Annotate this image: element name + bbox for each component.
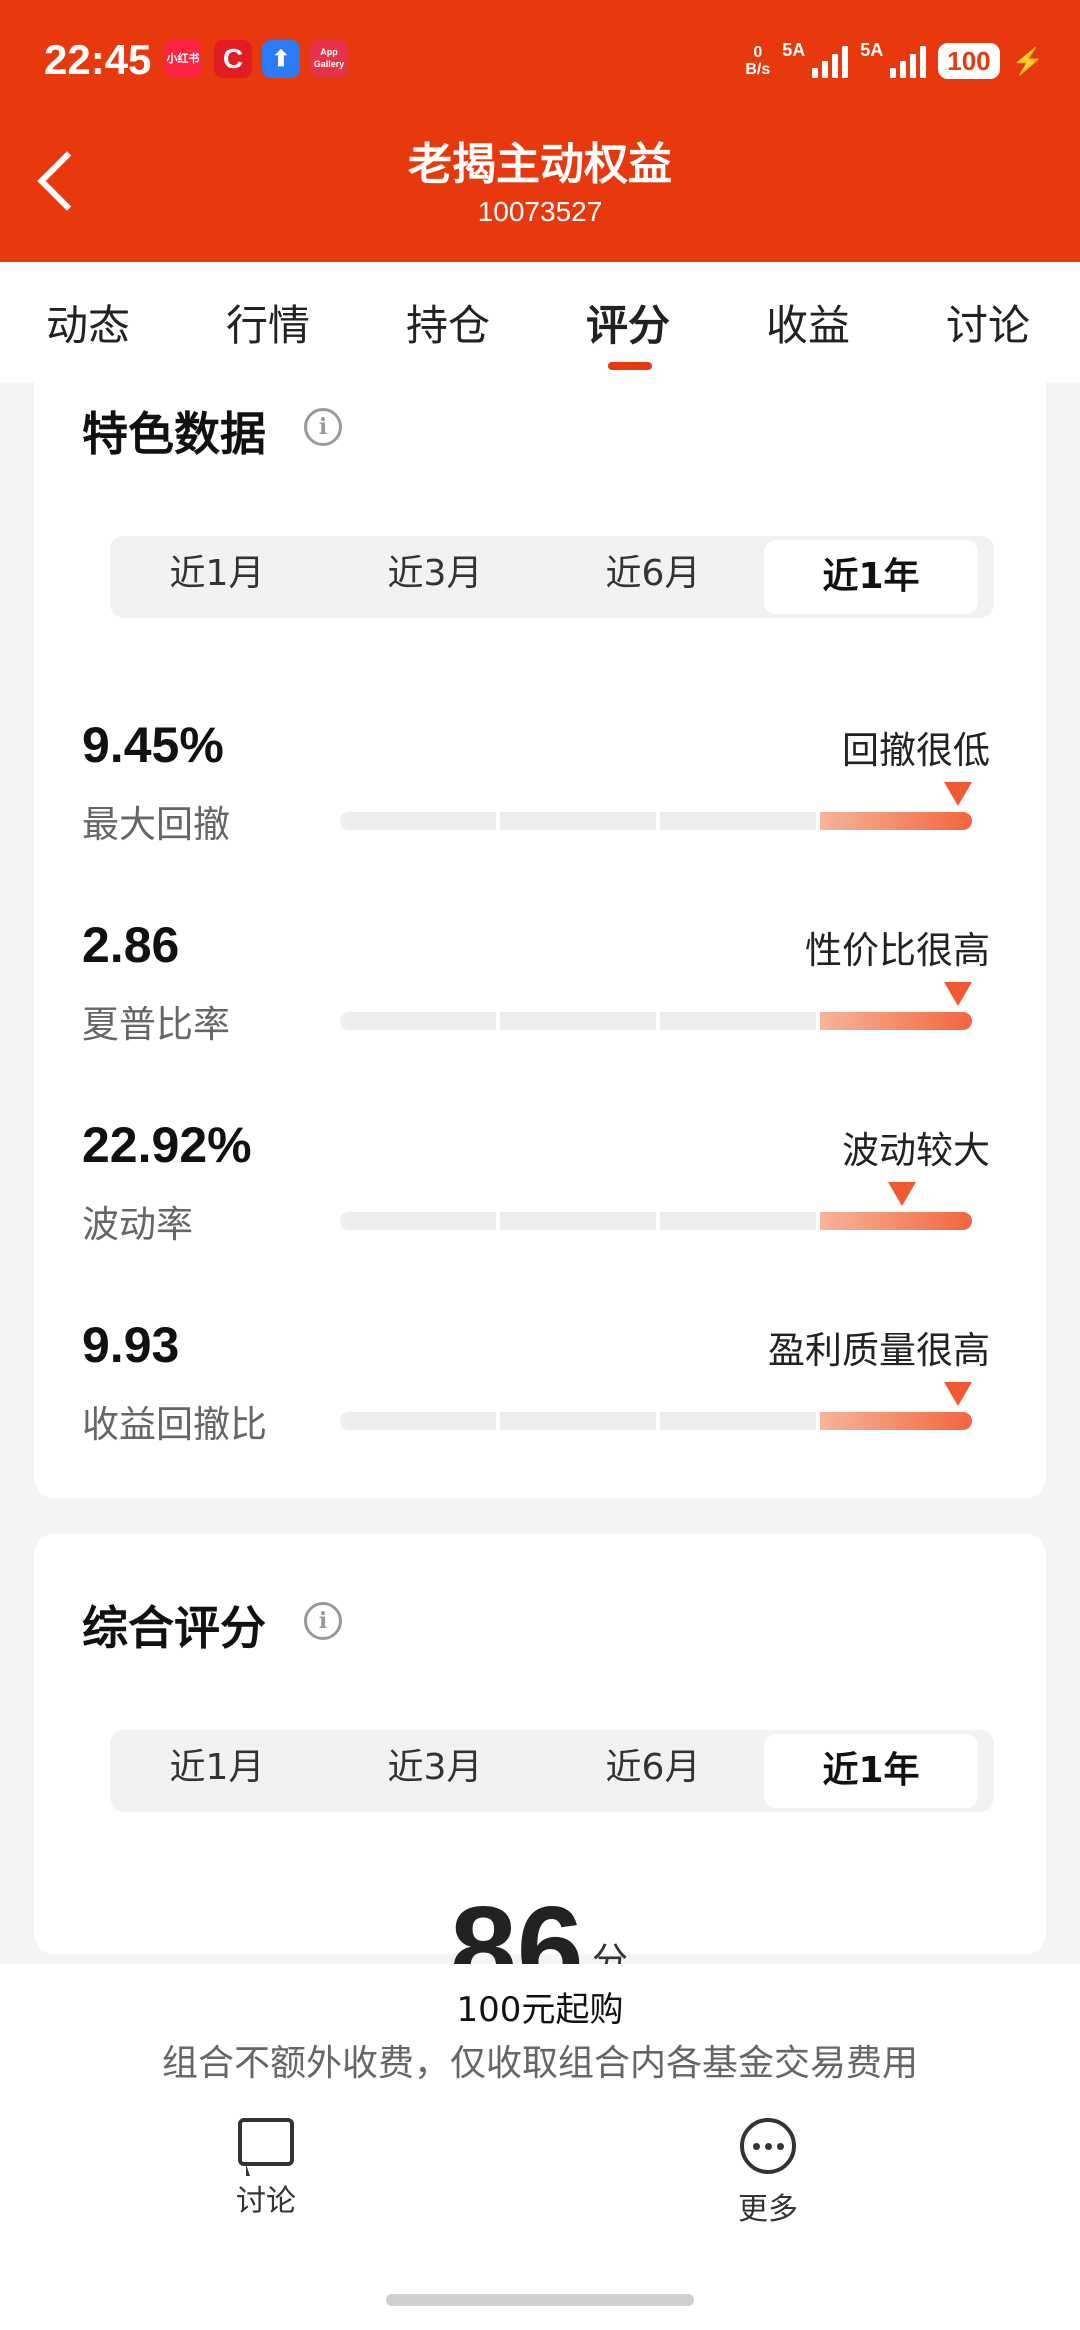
discussion-button[interactable]: 讨论 (196, 2118, 336, 2220)
return-drawdown-ratio-value: 9.93 (82, 1317, 180, 1373)
more-button[interactable]: 更多 (698, 2118, 838, 2228)
score-period-1m[interactable]: 近1月 (110, 1730, 324, 1806)
max-drawdown-marker (944, 782, 972, 806)
app-gallery-icon: App Gallery (310, 40, 348, 78)
return-drawdown-ratio-status: 盈利质量很高 (768, 1329, 990, 1372)
tab-discussion[interactable]: 讨论 (946, 292, 1030, 353)
max-drawdown-label: 最大回撤 (82, 803, 230, 846)
sharpe-ratio-status: 性价比很高 (805, 929, 990, 972)
sharpe-ratio-marker (944, 982, 972, 1006)
min-purchase-text: 100元起购 (456, 1990, 624, 2030)
period-1m[interactable]: 近1月 (110, 536, 324, 612)
period-1y[interactable]: 近1年 (764, 540, 978, 614)
tab-bar: 动态 行情 持仓 评分 收益 讨论 (0, 262, 1080, 382)
status-indicators: 0 B/s 5A 5A 100 ⚡ (745, 38, 1044, 84)
max-drawdown-value: 9.45% (82, 717, 224, 773)
score-period-selector: 近1月 近3月 近6月 近1年 (110, 1730, 994, 1812)
score-period-3m[interactable]: 近3月 (328, 1730, 542, 1806)
bottom-panel: 100元起购 组合不额外收费，仅收取组合内各基金交易费用 讨论 更多 (0, 1964, 1080, 2330)
tab-returns[interactable]: 收益 (766, 292, 850, 353)
battery-icon: 100 (938, 43, 1000, 79)
return-drawdown-ratio-label: 收益回撤比 (82, 1403, 267, 1446)
xiaohongshu-icon: 小红书 (164, 40, 202, 78)
status-time: 22:45 (44, 36, 152, 83)
tab-dynamics[interactable]: 动态 (46, 292, 130, 353)
header-bar: 22:45 小红书 C ⬆ App Gallery 0 B/s 5A 5A 10… (0, 0, 1080, 262)
discussion-label: 讨论 (236, 2184, 296, 2219)
period-6m[interactable]: 近6月 (546, 536, 760, 612)
home-indicator[interactable] (386, 2294, 694, 2306)
tab-rating[interactable]: 评分 (586, 292, 670, 353)
info-icon[interactable]: i (304, 408, 342, 446)
volatility-marker (888, 1182, 917, 1206)
feature-period-selector: 近1月 近3月 近6月 近1年 (110, 536, 994, 618)
sharpe-ratio-label: 夏普比率 (82, 1003, 230, 1046)
active-tab-indicator (608, 362, 652, 370)
fee-note: 组合不额外收费，仅收取组合内各基金交易费用 (161, 2043, 918, 2084)
net-speed-value: 0 (753, 44, 763, 61)
volatility-label: 波动率 (82, 1203, 193, 1246)
feature-data-card: 特色数据 i 近1月 近3月 近6月 近1年 9.45% 最大回撤 回撤很低 2… (34, 382, 1046, 1498)
return-drawdown-ratio-marker (944, 1382, 972, 1406)
sim1-label: 5A (782, 40, 806, 60)
return-drawdown-ratio-bar (340, 1382, 972, 1430)
signal-2-icon: 5A (860, 40, 927, 78)
score-period-1y[interactable]: 近1年 (764, 1734, 978, 1808)
more-dots-icon (740, 2118, 796, 2174)
signal-1-icon: 5A (782, 40, 849, 78)
sim2-label: 5A (860, 40, 884, 60)
overall-score-title: 综合评分 (82, 1601, 266, 1655)
score-period-6m[interactable]: 近6月 (546, 1730, 760, 1806)
charging-icon: ⚡ (1011, 45, 1044, 76)
volatility-value: 22.92% (82, 1117, 252, 1173)
volatility-status: 波动较大 (842, 1129, 990, 1172)
period-3m[interactable]: 近3月 (328, 536, 542, 612)
net-speed: 0 B/s (745, 44, 770, 78)
shield-app-icon: ⬆ (262, 40, 300, 78)
feature-data-title: 特色数据 (82, 407, 266, 461)
page-title: 老揭主动权益 (408, 139, 672, 190)
max-drawdown-status: 回撤很低 (842, 729, 990, 772)
status-bar: 22:45 小红书 C ⬆ App Gallery 0 B/s 5A 5A 10… (0, 0, 1080, 120)
tab-market[interactable]: 行情 (226, 292, 310, 353)
sharpe-ratio-value: 2.86 (82, 917, 180, 973)
portfolio-code: 10073527 (477, 196, 603, 227)
chat-bubble-icon (238, 2118, 294, 2176)
info-icon[interactable]: i (304, 1602, 342, 1640)
max-drawdown-bar (340, 782, 972, 830)
sharpe-ratio-bar (340, 982, 972, 1030)
tab-holdings[interactable]: 持仓 (406, 292, 490, 353)
c-app-icon: C (214, 40, 252, 78)
volatility-bar (340, 1182, 972, 1230)
net-speed-unit: B/s (745, 61, 771, 78)
more-label: 更多 (738, 2192, 798, 2227)
